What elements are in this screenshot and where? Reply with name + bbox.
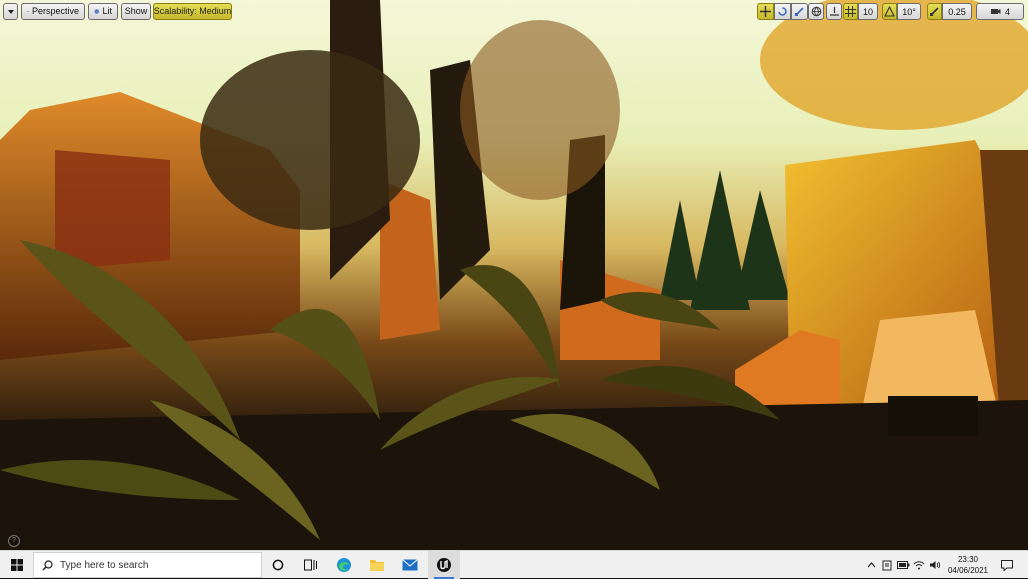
grid-snap-value: 10 [862,6,873,17]
battery-icon [896,561,909,569]
world-space-button[interactable] [808,3,824,20]
cortana-circle-icon [272,559,284,571]
rotation-snap-value-button[interactable]: 10° [897,3,921,20]
angle-icon [884,6,895,17]
camera-icon [990,9,1001,14]
device-icon [882,560,892,570]
rotate-tool-button[interactable] [774,3,791,20]
move-arrows-icon [760,6,771,17]
show-hidden-icons-button[interactable] [864,551,878,579]
camera-speed-button[interactable]: 4 [976,3,1024,20]
surface-snap [826,3,842,20]
perspective-icon [27,11,29,13]
scalability-button[interactable]: Scalability: Medium [153,3,232,20]
speaker-icon [930,561,941,569]
help-icon[interactable]: ? [8,535,20,547]
grid-snap-toggle[interactable] [843,3,858,20]
globe-icon [811,6,821,17]
taskbar: Type here to search 23:30 04/06/2021 [0,550,1028,579]
cortana-button[interactable] [262,551,294,579]
clock-time: 23:30 [957,555,979,564]
search-placeholder: Type here to search [60,559,149,571]
world-local-toggle [808,3,824,20]
scale-icon [795,7,804,16]
show-button[interactable]: Show [121,3,151,20]
perspective-button[interactable]: Perspective [21,3,85,20]
show-label: Show [124,6,148,16]
start-button[interactable] [0,551,33,579]
translate-tool-button[interactable] [757,3,774,20]
lit-label: Lit [102,6,112,16]
editor-viewport[interactable]: Perspective Lit Show Scalability: Medium [0,0,1028,550]
chevron-up-icon [867,562,875,568]
grid-snap-group: 10 [843,3,878,20]
scale-snap-icon [930,7,939,16]
clock-date: 04/06/2021 [947,566,989,575]
windows-logo-icon [10,559,23,571]
task-view-button[interactable] [294,551,326,579]
rotation-snap-toggle[interactable] [882,3,897,20]
grid-icon [845,6,856,17]
mail-icon [402,559,418,571]
scale-snap-group: 0.25 [927,3,972,20]
unreal-engine-app-button[interactable] [428,551,460,579]
taskbar-search[interactable]: Type here to search [33,552,262,578]
rotation-snap-value: 10° [902,6,916,17]
scale-snap-toggle[interactable] [927,3,942,20]
unreal-engine-icon [437,558,451,572]
chevron-down-icon [7,9,14,14]
edge-app-button[interactable] [328,551,360,579]
surface-snap-icon [829,7,839,16]
taskbar-clock[interactable]: 23:30 04/06/2021 [944,554,992,576]
camera-speed-value: 4 [1004,6,1010,17]
perspective-label: Perspective [31,6,79,16]
edge-browser-icon [337,558,351,572]
wifi-icon [913,561,925,570]
volume-button[interactable] [928,551,942,579]
scale-snap-value: 0.25 [948,6,966,17]
tray-app-button[interactable] [880,551,894,579]
folder-icon [370,560,384,571]
camera-speed-group: 4 [976,3,1024,20]
wifi-button[interactable] [912,551,926,579]
lit-sphere-icon [94,9,99,14]
scale-snap-value-button[interactable]: 0.25 [942,3,972,20]
viewport-options-button[interactable] [3,3,18,20]
search-icon [42,559,53,570]
file-explorer-button[interactable] [361,551,393,579]
notification-icon [1001,559,1013,571]
notifications-button[interactable] [998,551,1016,579]
rotate-icon [778,7,787,16]
mail-app-button[interactable] [394,551,426,579]
grid-snap-value-button[interactable]: 10 [858,3,878,20]
rotation-snap-group: 10° [882,3,921,20]
task-view-icon [303,559,317,571]
surface-snapping-button[interactable] [826,3,842,20]
transform-tools [757,3,808,20]
scale-tool-button[interactable] [791,3,808,20]
scalability-label: Scalability: Medium [153,6,232,16]
scene-render [0,0,1028,550]
battery-button[interactable] [896,551,910,579]
view-mode-button[interactable]: Lit [88,3,118,20]
